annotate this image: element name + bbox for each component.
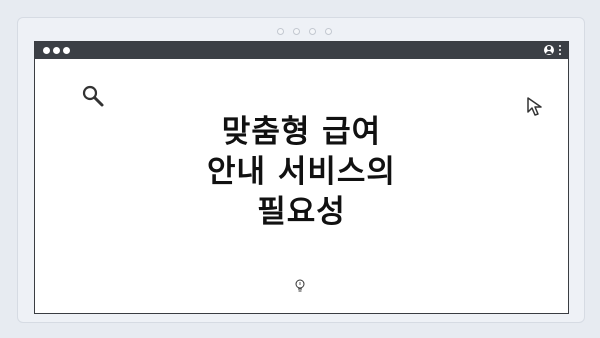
maximize-dot-icon[interactable] — [63, 47, 70, 54]
frame-dots — [277, 28, 332, 35]
lightbulb-icon — [295, 279, 305, 292]
kebab-dot — [559, 45, 561, 47]
frame-dot — [277, 28, 284, 35]
title-line: 맞춤형 급여 — [221, 114, 382, 150]
window-controls — [43, 47, 70, 54]
window-content: 맞춤형 급여 안내 서비스의 필요성 — [35, 59, 568, 312]
frame-dot — [293, 28, 300, 35]
kebab-dot — [559, 53, 561, 55]
page-title: 맞춤형 급여 안내 서비스의 필요성 — [145, 112, 458, 232]
title-line: 필요성 — [257, 194, 346, 230]
frame-dot — [309, 28, 316, 35]
kebab-menu-icon[interactable] — [559, 45, 561, 55]
kebab-dot — [559, 49, 561, 51]
titlebar-actions — [544, 45, 561, 55]
user-icon[interactable] — [544, 45, 554, 55]
window-titlebar — [35, 42, 568, 59]
cursor-arrow-icon — [527, 97, 542, 116]
close-dot-icon[interactable] — [43, 47, 50, 54]
title-line: 안내 서비스의 — [207, 154, 396, 190]
frame-dot — [325, 28, 332, 35]
browser-window: 맞춤형 급여 안내 서비스의 필요성 — [34, 41, 569, 314]
search-icon — [82, 85, 104, 107]
minimize-dot-icon[interactable] — [53, 47, 60, 54]
